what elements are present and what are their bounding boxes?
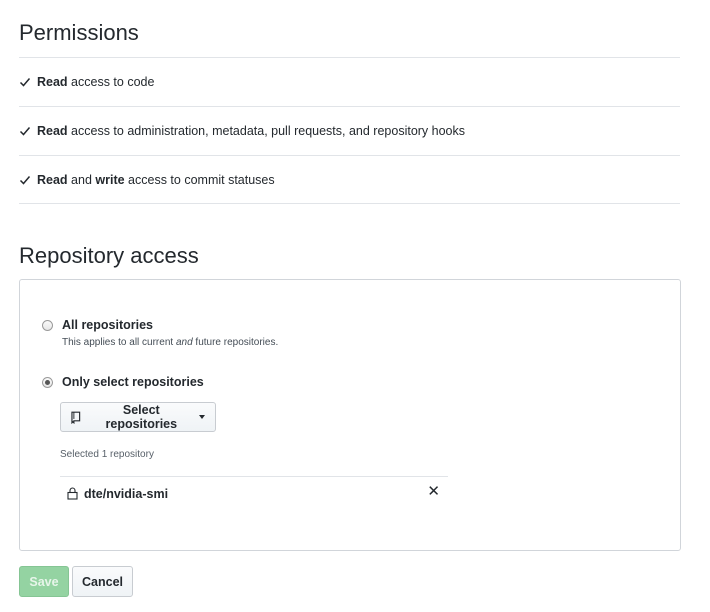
permission-item: Read access to code — [19, 57, 680, 106]
check-icon — [19, 175, 31, 185]
repo-name: dte/nvidia-smi — [84, 486, 169, 501]
permissions-heading: Permissions — [19, 20, 139, 45]
permission-text: Read access to administration, metadata,… — [37, 124, 466, 138]
only-select-repositories-option[interactable]: Only select repositories — [42, 375, 204, 389]
only-select-repositories-radio[interactable] — [42, 377, 53, 388]
permissions-list: Read access to code Read access to admin… — [19, 57, 680, 204]
lock-icon — [67, 487, 78, 500]
repository-access-heading: Repository access — [19, 243, 199, 268]
remove-repo-icon[interactable]: ✕ — [427, 484, 440, 499]
permission-text: Read and write access to commit statuses — [37, 172, 275, 187]
all-repositories-label: All repositories — [62, 318, 153, 332]
permission-text: Read access to code — [37, 75, 155, 89]
selected-count: Selected 1 repository — [60, 449, 154, 460]
check-icon — [19, 127, 31, 136]
save-button[interactable]: Save — [19, 566, 69, 597]
repository-access-panel: All repositories This applies to all cur… — [19, 279, 681, 551]
cancel-button[interactable]: Cancel — [72, 566, 133, 597]
repo-icon — [71, 411, 81, 424]
caret-down-icon — [199, 415, 205, 419]
permission-item: Read and write access to commit statuses — [19, 155, 680, 204]
all-repositories-option[interactable]: All repositories This applies to all cur… — [42, 318, 278, 348]
select-repositories-button[interactable]: Select repositories — [60, 402, 216, 432]
check-icon — [19, 78, 31, 87]
selected-repo-row: dte/nvidia-smi ✕ — [60, 476, 448, 510]
only-select-repositories-label: Only select repositories — [62, 375, 204, 389]
permission-item: Read access to administration, metadata,… — [19, 106, 680, 155]
all-repositories-radio[interactable] — [42, 320, 53, 331]
all-repositories-note: This applies to all current and future r… — [62, 337, 279, 348]
select-repositories-label: Select repositories — [105, 403, 178, 431]
